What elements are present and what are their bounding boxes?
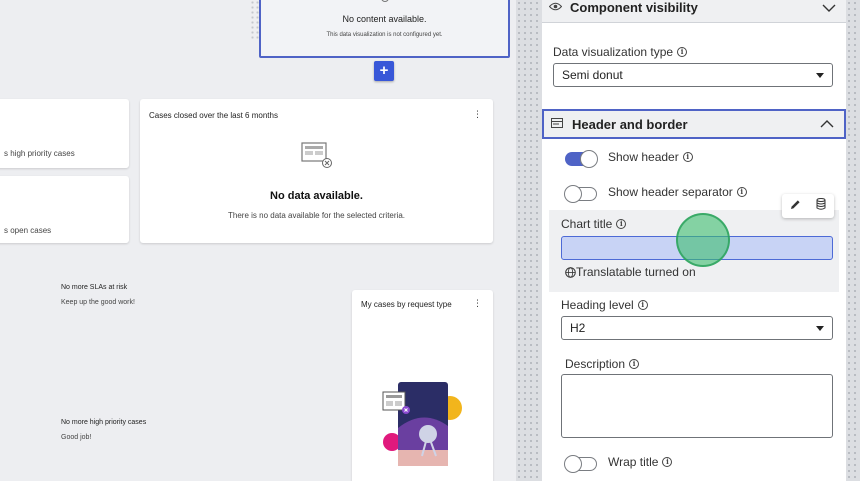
card-title: My cases by request type — [361, 300, 452, 309]
priority-message-title: No more high priority cases — [61, 419, 147, 426]
chevron-down-icon[interactable] — [822, 0, 836, 17]
accordion-title: Header and border — [572, 116, 688, 132]
wrap-title-label: Wrap title i — [608, 455, 673, 469]
widget-empty-title: No content available. — [342, 14, 427, 24]
accordion-header-and-border[interactable]: Header and border — [542, 109, 846, 139]
right-gutter — [846, 0, 860, 481]
no-data-text: There is no data available for the selec… — [228, 211, 405, 220]
more-options-icon[interactable]: ⋮ — [473, 299, 482, 308]
label-text: Chart title — [561, 217, 613, 231]
empty-state-illustration — [382, 382, 462, 466]
heading-level-select[interactable]: H2 — [561, 316, 833, 340]
card-open-cases-text: s open cases — [4, 226, 52, 235]
add-widget-button[interactable]: + — [374, 61, 394, 81]
label-text: Data visualization type — [553, 45, 674, 59]
info-icon[interactable]: i — [629, 359, 640, 369]
translatable-status: Translatable turned on — [565, 265, 696, 279]
label-text: Heading level — [561, 298, 634, 312]
card-cases-closed[interactable]: Cases closed over the last 6 months ⋮ No… — [140, 99, 493, 243]
info-icon[interactable]: i — [637, 300, 648, 310]
card-request-type[interactable]: My cases by request type ⋮ — [352, 290, 493, 481]
label-text: Show header — [608, 150, 679, 164]
widget-status-icon — [381, 0, 389, 2]
field-mini-toolbar — [782, 194, 834, 218]
card-title: Cases closed over the last 6 months — [149, 111, 278, 120]
window-icon — [550, 117, 564, 131]
info-icon[interactable]: i — [662, 457, 673, 467]
database-icon[interactable] — [816, 197, 826, 215]
globe-icon — [565, 266, 576, 278]
dashboard-canvas: No content available. This data visualiz… — [0, 0, 516, 481]
show-header-separator-toggle[interactable] — [564, 185, 597, 203]
widget-empty-subtitle: This data visualization is not configure… — [326, 32, 443, 38]
panel-gutter — [516, 0, 542, 481]
label-text: Wrap title — [608, 455, 659, 469]
description-label: Description i — [565, 357, 640, 371]
data-viz-type-select[interactable]: Semi donut — [553, 63, 833, 87]
chevron-up-icon[interactable] — [820, 115, 834, 133]
caret-down-icon — [816, 326, 824, 331]
description-textarea[interactable] — [561, 374, 833, 438]
toggle-knob — [564, 455, 582, 473]
label-text: Description — [565, 357, 626, 371]
wrap-title-toggle[interactable] — [564, 455, 597, 473]
select-value: H2 — [570, 321, 586, 335]
card-open-cases[interactable]: s open cases — [0, 176, 129, 243]
eye-icon — [548, 2, 562, 14]
chart-title-label: Chart title i — [561, 217, 627, 231]
caret-down-icon — [816, 73, 824, 78]
no-data-icon — [301, 142, 332, 168]
pencil-icon[interactable] — [790, 197, 801, 215]
card-high-priority[interactable]: s high priority cases — [0, 99, 129, 168]
show-header-toggle[interactable] — [565, 150, 598, 168]
show-header-separator-label: Show header separator i — [608, 185, 747, 199]
label-text: Translatable turned on — [576, 265, 696, 279]
click-indicator — [676, 213, 730, 267]
info-icon[interactable]: i — [682, 152, 693, 162]
selected-widget[interactable]: No content available. This data visualiz… — [259, 0, 510, 58]
accordion-title: Component visibility — [570, 0, 698, 15]
sla-message-text: Keep up the good work! — [61, 299, 135, 306]
no-data-heading: No data available. — [270, 190, 363, 202]
info-icon[interactable]: i — [677, 47, 688, 57]
select-value: Semi donut — [562, 68, 623, 82]
info-icon[interactable]: i — [736, 187, 747, 197]
show-header-label: Show header i — [608, 150, 693, 164]
accordion-component-visibility[interactable]: Component visibility — [542, 0, 846, 23]
data-viz-type-label: Data visualization type i — [553, 45, 688, 59]
card-high-priority-text: s high priority cases — [4, 149, 75, 158]
toggle-knob — [564, 185, 582, 203]
label-text: Show header separator — [608, 185, 733, 199]
sla-message-title: No more SLAs at risk — [61, 284, 128, 291]
info-icon[interactable]: i — [616, 219, 627, 229]
more-options-icon[interactable]: ⋮ — [473, 110, 482, 119]
toggle-knob — [580, 150, 598, 168]
heading-level-label: Heading level i — [561, 298, 648, 312]
priority-message-text: Good job! — [61, 434, 92, 441]
